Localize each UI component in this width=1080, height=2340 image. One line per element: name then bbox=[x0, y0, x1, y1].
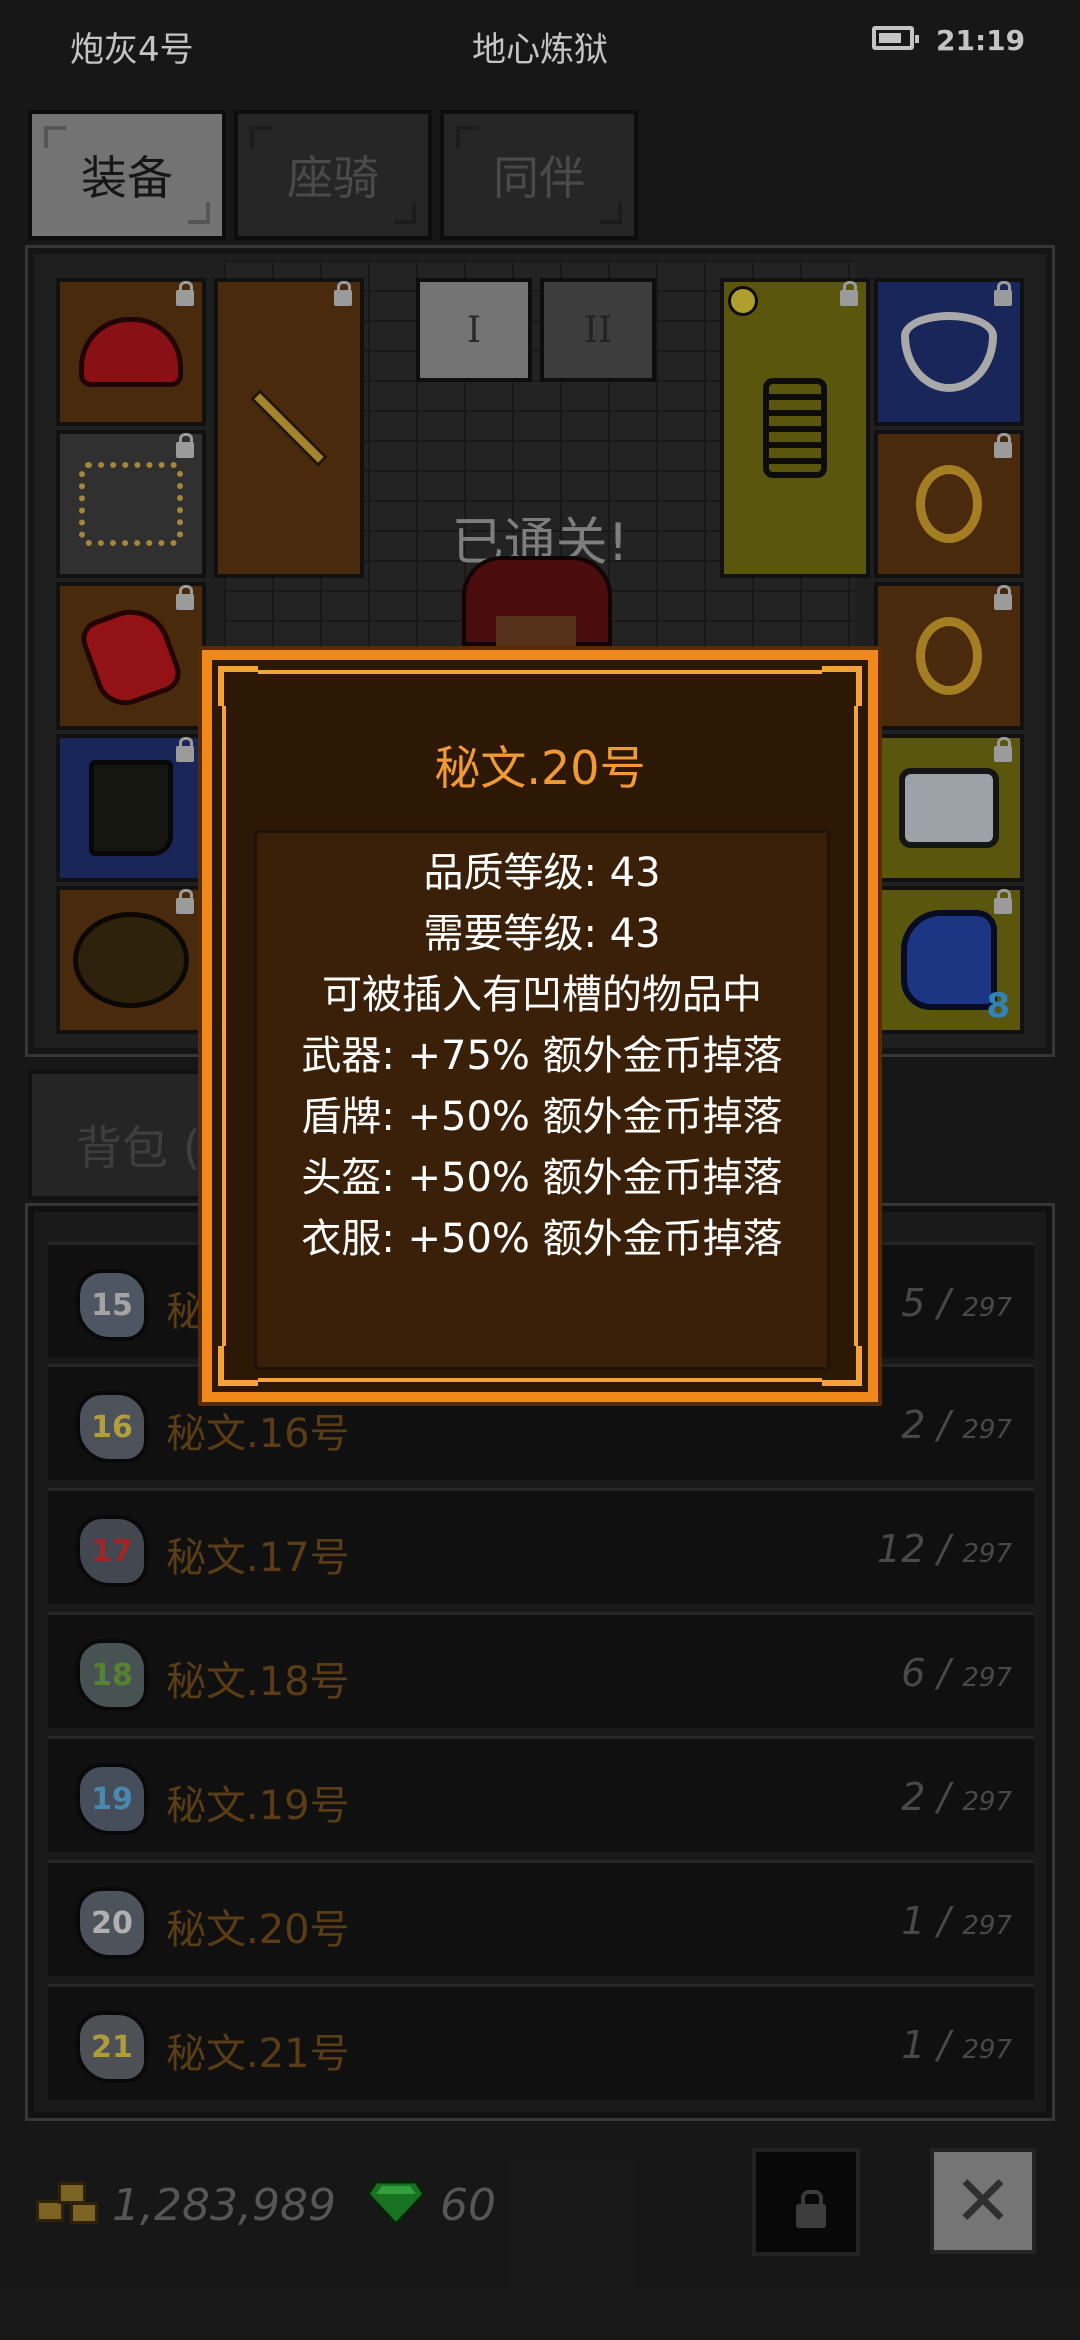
frame-corner bbox=[822, 666, 862, 706]
stat-clothes-bonus: 衣服: +50% 额外金币掉落 bbox=[301, 1216, 783, 1262]
stat-weapon-bonus: 武器: +75% 额外金币掉落 bbox=[301, 1033, 783, 1079]
tooltip-body: 品质等级: 43 需要等级: 43 可被插入有凹槽的物品中 武器: +75% 额… bbox=[254, 830, 830, 1370]
item-tooltip[interactable]: 秘文.20号 品质等级: 43 需要等级: 43 可被插入有凹槽的物品中 武器:… bbox=[198, 646, 882, 1406]
stat-shield-bonus: 盾牌: +50% 额外金币掉落 bbox=[301, 1094, 783, 1140]
stat-quality-level: 品质等级: 43 bbox=[423, 850, 661, 896]
stat-required-level: 需要等级: 43 bbox=[423, 911, 661, 957]
stat-socket-note: 可被插入有凹槽的物品中 bbox=[322, 972, 762, 1018]
stat-helmet-bonus: 头盔: +50% 额外金币掉落 bbox=[301, 1155, 783, 1201]
frame-corner bbox=[218, 666, 258, 706]
frame-corner bbox=[218, 1346, 258, 1386]
tooltip-title: 秘文.20号 bbox=[434, 741, 646, 795]
